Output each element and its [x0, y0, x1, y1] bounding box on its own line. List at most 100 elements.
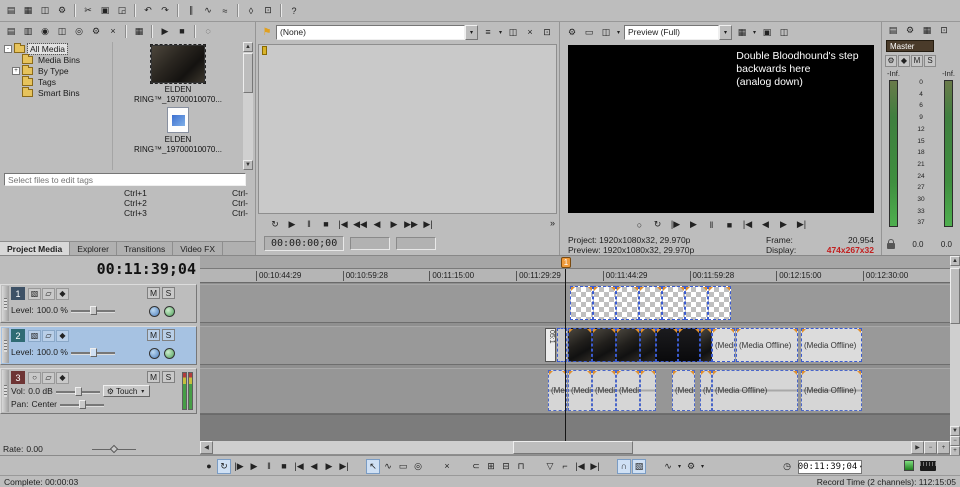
audio-meters-icon[interactable]: [904, 460, 914, 471]
paste-icon[interactable]: ◲: [114, 2, 130, 19]
pan-slider[interactable]: [60, 399, 105, 409]
combo-arrow-icon[interactable]: ▾: [465, 24, 478, 40]
track-header-2-selected[interactable]: 2 ▧ ▱ ◆ M S Level: 100.0 %: [0, 326, 197, 365]
record-arm-icon[interactable]: ○: [28, 371, 41, 384]
redo-icon[interactable]: ↷: [157, 2, 173, 19]
transport-timecode-box[interactable]: 00:11:39;04 ▾: [798, 459, 862, 474]
video-event[interactable]: [708, 286, 731, 320]
next-frame-trimmer-icon[interactable]: ▶: [386, 217, 402, 232]
scroll-right-icon[interactable]: ▶: [911, 441, 924, 454]
level-slider[interactable]: [70, 305, 115, 315]
master-fx-icon[interactable]: ⚙: [885, 54, 897, 67]
split-icon[interactable]: ×: [440, 459, 454, 474]
next-frame-preview-icon[interactable]: ▶: [776, 217, 792, 232]
bypass-motion-blur-icon[interactable]: ▧: [28, 287, 41, 300]
timeline-empty-area[interactable]: [200, 414, 950, 441]
track-drag-handle[interactable]: [2, 286, 9, 321]
tree-item-smart-bins[interactable]: Smart Bins: [2, 87, 112, 98]
go-to-end-icon[interactable]: ▶|: [337, 459, 351, 474]
zoom-edit-tool-icon[interactable]: ◎: [411, 459, 425, 474]
scroll-down-icon[interactable]: ▼: [950, 426, 960, 436]
remove-media-icon[interactable]: ×: [105, 24, 121, 39]
loop-playback-icon[interactable]: ↻: [217, 458, 231, 474]
timeline-marker-1[interactable]: 1: [561, 257, 571, 268]
media-item[interactable]: ELDEN RING™_19700010070...: [133, 107, 223, 154]
rewind-icon[interactable]: ◀◀: [352, 217, 368, 232]
slider-thumb[interactable]: [89, 305, 97, 315]
tab-video-fx[interactable]: Video FX: [173, 242, 224, 255]
timeline-lane-video-1[interactable]: [200, 284, 950, 323]
play-icon[interactable]: ▶: [247, 459, 261, 474]
video-event[interactable]: [639, 286, 662, 320]
split-screen-view-icon[interactable]: ◫: [598, 25, 614, 40]
new-bin-icon[interactable]: ▤: [3, 24, 19, 39]
go-to-end-trimmer-icon[interactable]: ▶|: [420, 217, 436, 232]
pause-trimmer-icon[interactable]: ‖: [301, 217, 317, 232]
time-display-icon[interactable]: ◷: [779, 459, 795, 474]
slider-thumb[interactable]: [89, 347, 97, 357]
scrollbar-track[interactable]: [950, 266, 960, 426]
media-properties-icon[interactable]: ⚙: [88, 24, 104, 39]
timeline-lane-audio-3[interactable]: (Med(Media(Media(Media(Media(Med(Media O…: [200, 368, 950, 414]
track-motion-icon[interactable]: ▱: [42, 287, 55, 300]
track-fx-icon[interactable]: [164, 306, 175, 317]
whats-this-help-icon[interactable]: ?: [286, 2, 302, 19]
envelope-edit-tool-icon[interactable]: ∿: [381, 459, 395, 474]
trimmer-history-icon[interactable]: ≡: [480, 25, 496, 40]
project-video-properties-icon[interactable]: ⚙: [564, 25, 580, 40]
play-from-start-icon[interactable]: |▶: [232, 459, 246, 474]
audio-event[interactable]: (Media Offline): [712, 370, 798, 411]
automation-settings-icon[interactable]: ◆: [56, 329, 69, 342]
slider-thumb[interactable]: [79, 399, 87, 409]
auto-ripple-icon[interactable]: ≈: [217, 2, 233, 19]
zoom-in-time-icon[interactable]: +: [937, 441, 950, 454]
scroll-up-icon[interactable]: ▲: [950, 256, 960, 266]
timeline-lane-video-2[interactable]: 05:1 (Media O (Media Offline) (Media Offlin…: [200, 326, 950, 365]
audio-event[interactable]: (Media Offline): [801, 370, 862, 411]
mute-button[interactable]: M: [147, 329, 160, 341]
lock-icon[interactable]: [887, 239, 895, 249]
normal-edit-tool-icon[interactable]: ↖: [366, 458, 380, 474]
track-drag-handle[interactable]: [2, 370, 9, 412]
prev-frame-trimmer-icon[interactable]: ◀: [369, 217, 385, 232]
video-event[interactable]: (Media O: [712, 328, 735, 362]
next-frame-icon[interactable]: ▶: [322, 459, 336, 474]
go-to-start-preview-icon[interactable]: |◀: [740, 217, 756, 232]
video-event[interactable]: (Media Offline): [736, 328, 798, 362]
envelope-tool-icon[interactable]: ∿: [661, 459, 675, 474]
close-trimmer-media-icon[interactable]: ×: [522, 25, 538, 40]
scroll-down-icon[interactable]: ▼: [243, 160, 253, 170]
solo-button[interactable]: S: [162, 371, 175, 383]
media-item[interactable]: ELDEN RING™_19700010070...: [133, 44, 223, 104]
editing-tool-options-dropdown-icon[interactable]: ▾: [699, 463, 706, 470]
tab-transitions[interactable]: Transitions: [116, 242, 174, 255]
lock-event-icon[interactable]: ⊓: [514, 459, 528, 474]
mute-button[interactable]: M: [147, 371, 160, 383]
stop-trimmer-icon[interactable]: ■: [318, 217, 334, 232]
trimmer-marker-icon[interactable]: ⚑: [260, 27, 274, 38]
ruler-format-icon[interactable]: ⊟: [499, 459, 513, 474]
toolbar-overflow-icon[interactable]: »: [550, 218, 555, 228]
zoom-out-time-icon[interactable]: −: [924, 441, 937, 454]
open-project-icon[interactable]: ▦: [20, 2, 36, 19]
save-markers-icon[interactable]: ◫: [505, 25, 521, 40]
track-number-badge[interactable]: 1: [11, 287, 25, 300]
tree-item-all-media[interactable]: - All Media: [2, 43, 112, 55]
solo-button[interactable]: S: [162, 329, 175, 341]
vertical-scrollbar[interactable]: ▲ ▼ − +: [950, 256, 960, 456]
prev-marker-icon[interactable]: |◀: [573, 459, 587, 474]
stop-preview-icon[interactable]: ■: [722, 217, 738, 232]
scroll-left-icon[interactable]: ◀: [200, 441, 213, 454]
video-event[interactable]: [678, 328, 700, 362]
insert-region-icon[interactable]: ⌐: [558, 459, 572, 474]
capture-video-icon[interactable]: ◉: [37, 24, 53, 39]
level-slider[interactable]: [70, 347, 115, 357]
media-views-icon[interactable]: ▦: [131, 24, 147, 39]
bypass-motion-blur-icon[interactable]: ▧: [28, 329, 41, 342]
trimmer-marker-tab[interactable]: [262, 46, 267, 55]
trimmer-media-combo[interactable]: (None) ▾: [276, 24, 478, 40]
scrub-thumb[interactable]: [109, 444, 119, 453]
video-event[interactable]: [616, 286, 639, 320]
video-event[interactable]: 05:1: [545, 328, 556, 362]
combo-arrow-icon[interactable]: ▾: [719, 24, 732, 40]
